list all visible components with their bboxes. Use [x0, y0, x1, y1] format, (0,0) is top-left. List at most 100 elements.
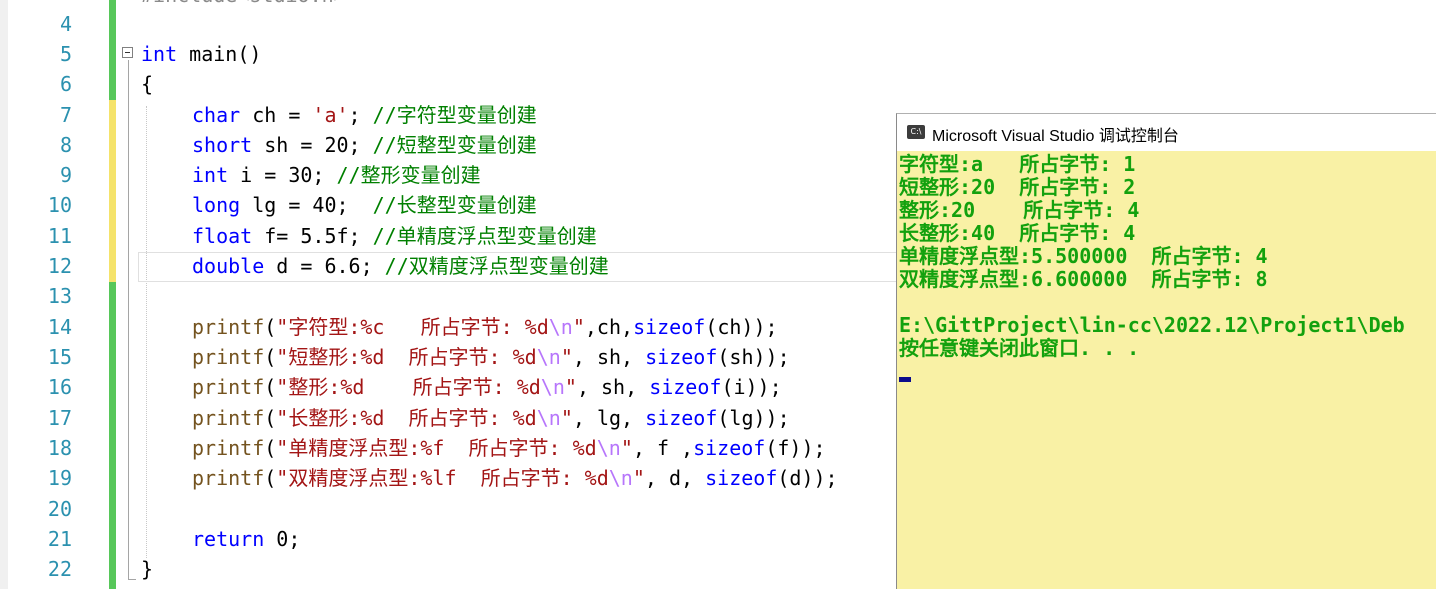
code-line-10[interactable]: long lg = 40; //长整型变量创建	[192, 190, 537, 220]
console-output-line: 整形:20 所占字节: 4	[899, 198, 1140, 222]
console-title-bar[interactable]: C:\ Microsoft Visual Studio 调试控制台	[897, 114, 1436, 151]
escape-sequence: \n	[536, 406, 561, 430]
code-line-15[interactable]: printf("短整形:%d 所占字节: %d\n", sh, sizeof(s…	[192, 342, 790, 372]
line-number: 20	[47, 497, 72, 521]
code-text: (d));	[777, 466, 838, 490]
code-line-14[interactable]: printf("字符型:%c 所占字节: %d\n",ch,sizeof(ch)…	[192, 312, 778, 342]
code-text: (	[264, 406, 277, 430]
keyword: long	[192, 193, 241, 217]
keyword: sizeof	[645, 345, 718, 369]
code-text: (lg));	[717, 406, 790, 430]
line-number: 8	[59, 133, 72, 157]
console-output-line: 字符型:a 所占字节: 1	[899, 152, 1136, 176]
code-line-11[interactable]: float f= 5.5f; //单精度浮点型变量创建	[192, 221, 597, 251]
comment: //双精度浮点型变量创建	[384, 254, 609, 278]
function-name: printf	[192, 466, 265, 490]
comment: //单精度浮点型变量创建	[372, 224, 597, 248]
keyword: sizeof	[693, 436, 766, 460]
code-line-7[interactable]: char ch = 'a'; //字符型变量创建	[192, 100, 537, 130]
code-line-22[interactable]: }	[141, 554, 153, 584]
string-literal: "双精度浮点型:%lf 所占字节: %d	[276, 466, 609, 490]
code-text: ;	[348, 103, 373, 127]
line-number: 9	[59, 163, 72, 187]
code-text: (i));	[721, 375, 782, 399]
function-name: printf	[192, 345, 265, 369]
line-number: 19	[47, 466, 72, 490]
code-line-8[interactable]: short sh = 20; //短整型变量创建	[192, 130, 537, 160]
function-name: printf	[192, 406, 265, 430]
code-text: 0;	[264, 527, 301, 551]
function-name: printf	[192, 315, 265, 339]
code-text: main()	[177, 42, 262, 66]
comment: //整形变量创建	[336, 163, 481, 187]
line-number: 21	[47, 527, 72, 551]
escape-sequence: \n	[608, 466, 633, 490]
string-literal: "单精度浮点型:%f 所占字节: %d	[276, 436, 597, 460]
keyword: double	[192, 254, 265, 278]
line-number: 4	[59, 12, 72, 36]
code-text: ch =	[240, 103, 313, 127]
line-number: 13	[47, 284, 72, 308]
console-app-icon: C:\	[907, 125, 925, 139]
code-text: (	[264, 345, 277, 369]
string-literal: "短整形:%d 所占字节: %d	[276, 345, 537, 369]
debug-console-window[interactable]: C:\ Microsoft Visual Studio 调试控制台 字符型:a …	[896, 113, 1436, 589]
code-line-21[interactable]: return 0;	[192, 524, 300, 554]
string-literal: "长整形:%d 所占字节: %d	[276, 406, 537, 430]
keyword: return	[192, 527, 265, 551]
console-title: Microsoft Visual Studio 调试控制台	[932, 128, 1179, 145]
keyword: int	[192, 163, 229, 187]
keyword: sizeof	[633, 315, 706, 339]
comment: //字符型变量创建	[372, 103, 537, 127]
string-literal: "字符型:%c 所占字节: %d	[276, 315, 549, 339]
line-number: 17	[47, 406, 72, 430]
code-line-17[interactable]: printf("长整形:%d 所占字节: %d\n", lg, sizeof(l…	[192, 403, 790, 433]
code-text: , d,	[644, 466, 706, 490]
string-literal: "	[632, 466, 645, 490]
string-literal: 'a'	[312, 103, 349, 127]
string-literal: "整形:%d 所占字节: %d	[276, 375, 541, 399]
code-line-18[interactable]: printf("单精度浮点型:%f 所占字节: %d\n", f ,sizeof…	[192, 433, 826, 463]
code-text: (	[264, 436, 277, 460]
string-literal: "	[560, 406, 573, 430]
function-name: printf	[192, 375, 265, 399]
code-text: (ch));	[705, 315, 778, 339]
collapse-toggle-icon[interactable]	[122, 47, 133, 58]
console-output-line: 长整形:40 所占字节: 4	[899, 221, 1136, 245]
keyword: int	[141, 42, 178, 66]
saved-change-marker	[109, 0, 116, 100]
code-text: , sh,	[572, 345, 646, 369]
escape-sequence: \n	[536, 345, 561, 369]
line-number: 15	[47, 345, 72, 369]
code-text: , sh,	[576, 375, 650, 399]
code-text: d = 6.6;	[264, 254, 385, 278]
unsaved-change-marker	[109, 100, 116, 282]
string-literal: "	[620, 436, 633, 460]
code-line-12[interactable]: double d = 6.6; //双精度浮点型变量创建	[192, 251, 609, 281]
code-line-6[interactable]: {	[141, 69, 153, 99]
line-number: 22	[47, 557, 72, 581]
code-line-5[interactable]: int main()	[141, 39, 261, 69]
code-text: i = 30;	[228, 163, 337, 187]
line-number: 11	[47, 224, 72, 248]
console-output-line: 双精度浮点型:6.600000 所占字节: 8	[899, 267, 1268, 291]
keyword: short	[192, 133, 253, 157]
comment: //短整型变量创建	[372, 133, 537, 157]
code-line-19[interactable]: printf("双精度浮点型:%lf 所占字节: %d\n", d, sizeo…	[192, 463, 838, 493]
code-text: lg = 40;	[240, 193, 373, 217]
line-number: 14	[47, 315, 72, 339]
line-number: 18	[47, 436, 72, 460]
code-line-3-partial: #include<stdio.h>	[141, 0, 346, 10]
line-number: 16	[47, 375, 72, 399]
code-text: f= 5.5f;	[252, 224, 373, 248]
code-line-16[interactable]: printf("整形:%d 所占字节: %d\n", sh, sizeof(i)…	[192, 372, 782, 402]
code-text: (	[264, 375, 277, 399]
editor-left-margin	[0, 0, 8, 589]
line-number: 5	[59, 42, 72, 66]
code-text: , f ,	[632, 436, 694, 460]
escape-sequence: \n	[548, 315, 573, 339]
code-text: (sh));	[717, 345, 790, 369]
code-line-9[interactable]: int i = 30; //整形变量创建	[192, 160, 481, 190]
indent-guide	[146, 106, 147, 558]
function-name: printf	[192, 436, 265, 460]
